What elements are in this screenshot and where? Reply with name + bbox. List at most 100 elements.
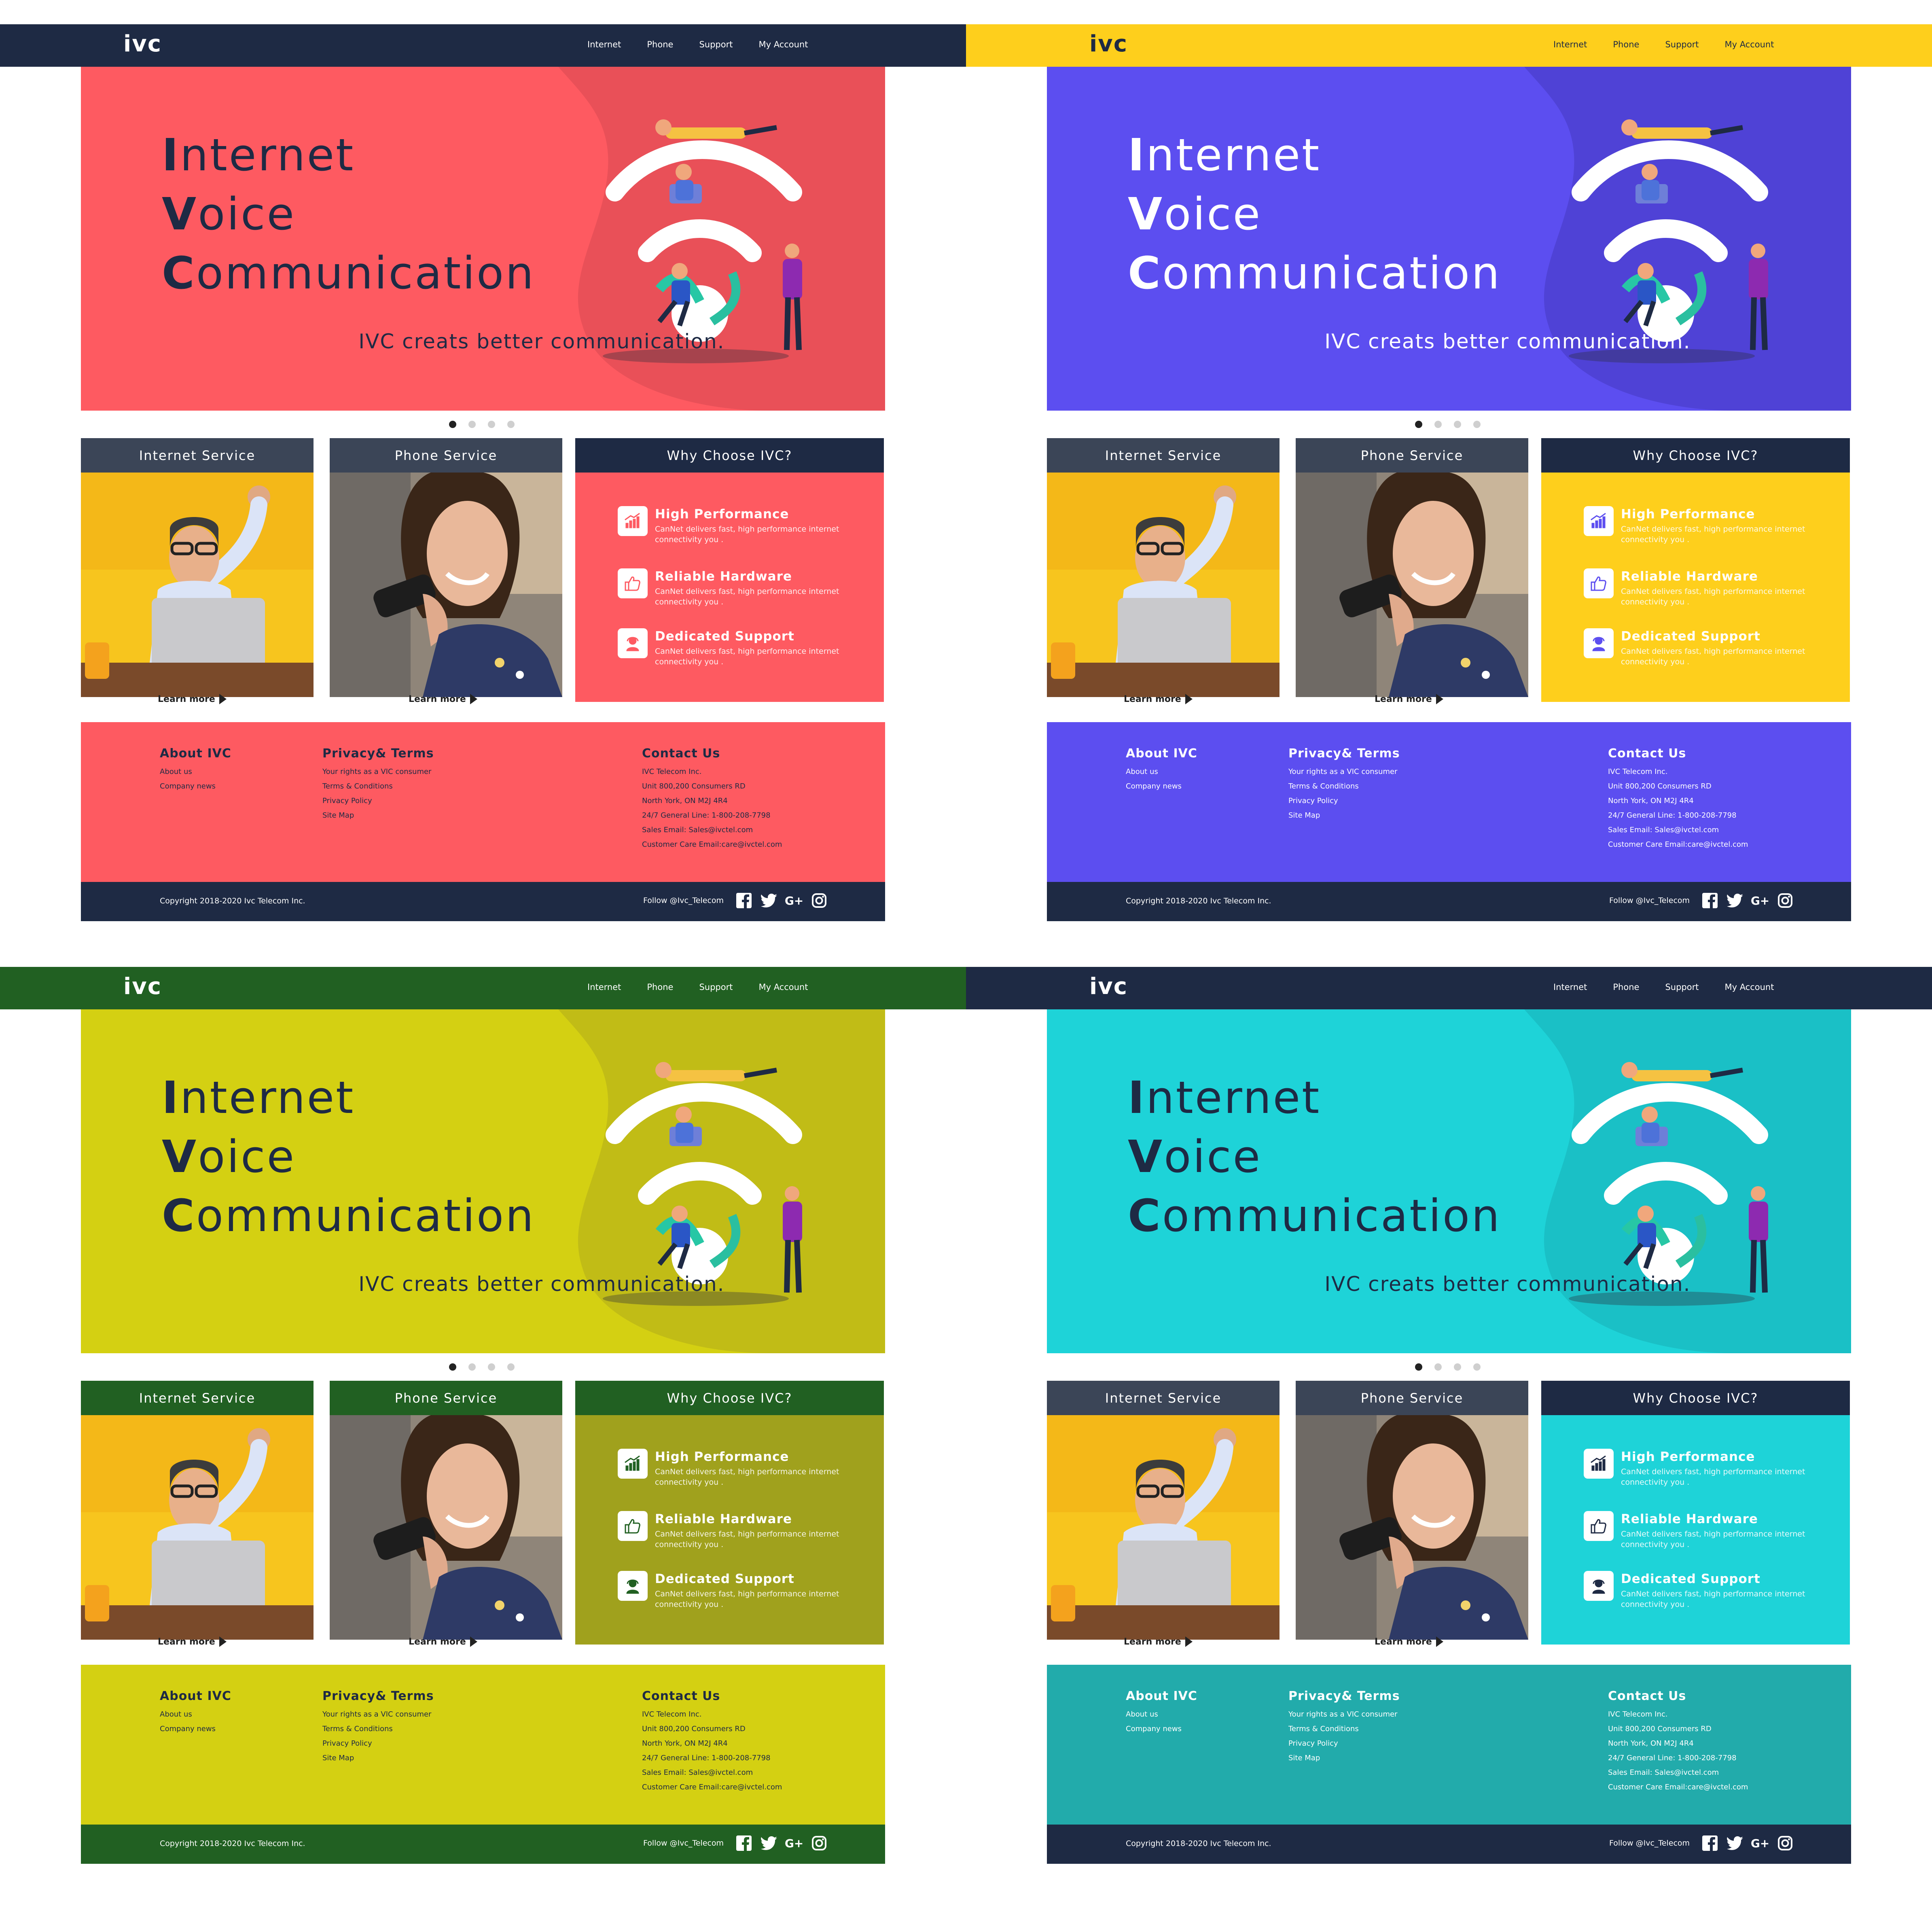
- site-logo[interactable]: ivc: [1089, 973, 1128, 1000]
- carousel-dot-2[interactable]: [468, 1363, 476, 1371]
- carousel-dot-4[interactable]: [1473, 1363, 1481, 1371]
- google-plus-icon[interactable]: G+: [1751, 1835, 1769, 1851]
- footer-link-consumer-rights[interactable]: Your rights as a VIC consumer: [1288, 765, 1400, 779]
- facebook-icon[interactable]: [1702, 892, 1718, 909]
- internet-service-card[interactable]: Internet Service: [81, 438, 314, 697]
- internet-learn-more-link[interactable]: Learn more: [1124, 1636, 1193, 1647]
- phone-learn-more-link[interactable]: Learn more: [1375, 1636, 1443, 1647]
- site-logo[interactable]: ivc: [123, 31, 162, 57]
- footer-link-privacy-policy[interactable]: Privacy Policy: [1288, 794, 1400, 808]
- footer-link-company-news[interactable]: Company news: [1126, 1722, 1197, 1736]
- footer-link-about-us[interactable]: About us: [160, 1707, 231, 1722]
- contact-phone[interactable]: 24/7 General Line: 1-800-208-7798: [1608, 808, 1748, 823]
- phone-service-card[interactable]: Phone Service: [330, 1381, 562, 1640]
- carousel-dot-2[interactable]: [1434, 1363, 1442, 1371]
- contact-sales-email[interactable]: Sales Email: Sales@ivctel.com: [642, 823, 782, 837]
- carousel-dot-2[interactable]: [468, 421, 476, 428]
- carousel-dot-2[interactable]: [1434, 421, 1442, 428]
- nav-phone-link[interactable]: Phone: [647, 40, 673, 49]
- footer-link-company-news[interactable]: Company news: [160, 779, 231, 794]
- phone-learn-more-link[interactable]: Learn more: [1375, 694, 1443, 704]
- google-plus-icon[interactable]: G+: [785, 1835, 803, 1851]
- nav-my-account-link[interactable]: My Account: [1724, 982, 1774, 992]
- contact-care-email[interactable]: Customer Care Email:care@ivctel.com: [642, 837, 782, 852]
- facebook-icon[interactable]: [1702, 1835, 1718, 1851]
- footer-link-site-map[interactable]: Site Map: [322, 808, 434, 823]
- phone-learn-more-link[interactable]: Learn more: [409, 1636, 477, 1647]
- internet-learn-more-link[interactable]: Learn more: [158, 1636, 227, 1647]
- contact-phone[interactable]: 24/7 General Line: 1-800-208-7798: [642, 1751, 782, 1765]
- internet-service-card[interactable]: Internet Service: [1047, 438, 1280, 697]
- carousel-dot-4[interactable]: [507, 1363, 515, 1371]
- nav-phone-link[interactable]: Phone: [647, 982, 673, 992]
- carousel-dot-1[interactable]: [449, 421, 456, 428]
- footer-link-privacy-policy[interactable]: Privacy Policy: [1288, 1736, 1400, 1751]
- footer-link-terms[interactable]: Terms & Conditions: [1288, 779, 1400, 794]
- nav-phone-link[interactable]: Phone: [1613, 40, 1639, 49]
- contact-sales-email[interactable]: Sales Email: Sales@ivctel.com: [1608, 1765, 1748, 1780]
- nav-internet-link[interactable]: Internet: [587, 40, 621, 49]
- nav-phone-link[interactable]: Phone: [1613, 982, 1639, 992]
- nav-internet-link[interactable]: Internet: [1553, 982, 1587, 992]
- footer-link-consumer-rights[interactable]: Your rights as a VIC consumer: [1288, 1707, 1400, 1722]
- instagram-icon[interactable]: [1777, 1835, 1793, 1851]
- phone-service-card[interactable]: Phone Service: [1296, 1381, 1528, 1640]
- google-plus-icon[interactable]: G+: [785, 892, 803, 909]
- nav-my-account-link[interactable]: My Account: [758, 40, 808, 49]
- nav-support-link[interactable]: Support: [1665, 40, 1699, 49]
- footer-link-consumer-rights[interactable]: Your rights as a VIC consumer: [322, 1707, 434, 1722]
- twitter-icon[interactable]: [1727, 1835, 1743, 1851]
- twitter-icon[interactable]: [761, 1835, 777, 1851]
- carousel-dot-1[interactable]: [449, 1363, 456, 1371]
- footer-link-about-us[interactable]: About us: [1126, 1707, 1197, 1722]
- facebook-icon[interactable]: [736, 892, 752, 909]
- footer-link-privacy-policy[interactable]: Privacy Policy: [322, 1736, 434, 1751]
- carousel-dot-1[interactable]: [1415, 421, 1422, 428]
- carousel-dot-3[interactable]: [1454, 421, 1461, 428]
- nav-support-link[interactable]: Support: [699, 40, 733, 49]
- twitter-icon[interactable]: [761, 892, 777, 909]
- internet-service-card[interactable]: Internet Service: [1047, 1381, 1280, 1640]
- internet-service-card[interactable]: Internet Service: [81, 1381, 314, 1640]
- carousel-dot-4[interactable]: [1473, 421, 1481, 428]
- contact-phone[interactable]: 24/7 General Line: 1-800-208-7798: [1608, 1751, 1748, 1765]
- phone-learn-more-link[interactable]: Learn more: [409, 694, 477, 704]
- twitter-icon[interactable]: [1727, 892, 1743, 909]
- nav-internet-link[interactable]: Internet: [1553, 40, 1587, 49]
- nav-support-link[interactable]: Support: [699, 982, 733, 992]
- footer-link-company-news[interactable]: Company news: [160, 1722, 231, 1736]
- google-plus-icon[interactable]: G+: [1751, 892, 1769, 909]
- nav-support-link[interactable]: Support: [1665, 982, 1699, 992]
- instagram-icon[interactable]: [811, 1835, 827, 1851]
- internet-learn-more-link[interactable]: Learn more: [1124, 694, 1193, 704]
- carousel-dot-3[interactable]: [1454, 1363, 1461, 1371]
- nav-my-account-link[interactable]: My Account: [1724, 40, 1774, 49]
- footer-link-terms[interactable]: Terms & Conditions: [322, 779, 434, 794]
- footer-link-company-news[interactable]: Company news: [1126, 779, 1197, 794]
- instagram-icon[interactable]: [811, 892, 827, 909]
- nav-my-account-link[interactable]: My Account: [758, 982, 808, 992]
- contact-sales-email[interactable]: Sales Email: Sales@ivctel.com: [642, 1765, 782, 1780]
- footer-link-about-us[interactable]: About us: [1126, 765, 1197, 779]
- footer-link-about-us[interactable]: About us: [160, 765, 231, 779]
- footer-link-terms[interactable]: Terms & Conditions: [1288, 1722, 1400, 1736]
- contact-care-email[interactable]: Customer Care Email:care@ivctel.com: [1608, 1780, 1748, 1795]
- carousel-dot-3[interactable]: [488, 421, 495, 428]
- carousel-dot-4[interactable]: [507, 421, 515, 428]
- carousel-dot-1[interactable]: [1415, 1363, 1422, 1371]
- footer-link-privacy-policy[interactable]: Privacy Policy: [322, 794, 434, 808]
- footer-link-site-map[interactable]: Site Map: [322, 1751, 434, 1765]
- contact-sales-email[interactable]: Sales Email: Sales@ivctel.com: [1608, 823, 1748, 837]
- footer-link-site-map[interactable]: Site Map: [1288, 808, 1400, 823]
- site-logo[interactable]: ivc: [123, 973, 162, 1000]
- internet-learn-more-link[interactable]: Learn more: [158, 694, 227, 704]
- phone-service-card[interactable]: Phone Service: [330, 438, 562, 697]
- facebook-icon[interactable]: [736, 1835, 752, 1851]
- instagram-icon[interactable]: [1777, 892, 1793, 909]
- footer-link-terms[interactable]: Terms & Conditions: [322, 1722, 434, 1736]
- site-logo[interactable]: ivc: [1089, 31, 1128, 57]
- carousel-dot-3[interactable]: [488, 1363, 495, 1371]
- contact-phone[interactable]: 24/7 General Line: 1-800-208-7798: [642, 808, 782, 823]
- footer-link-site-map[interactable]: Site Map: [1288, 1751, 1400, 1765]
- footer-link-consumer-rights[interactable]: Your rights as a VIC consumer: [322, 765, 434, 779]
